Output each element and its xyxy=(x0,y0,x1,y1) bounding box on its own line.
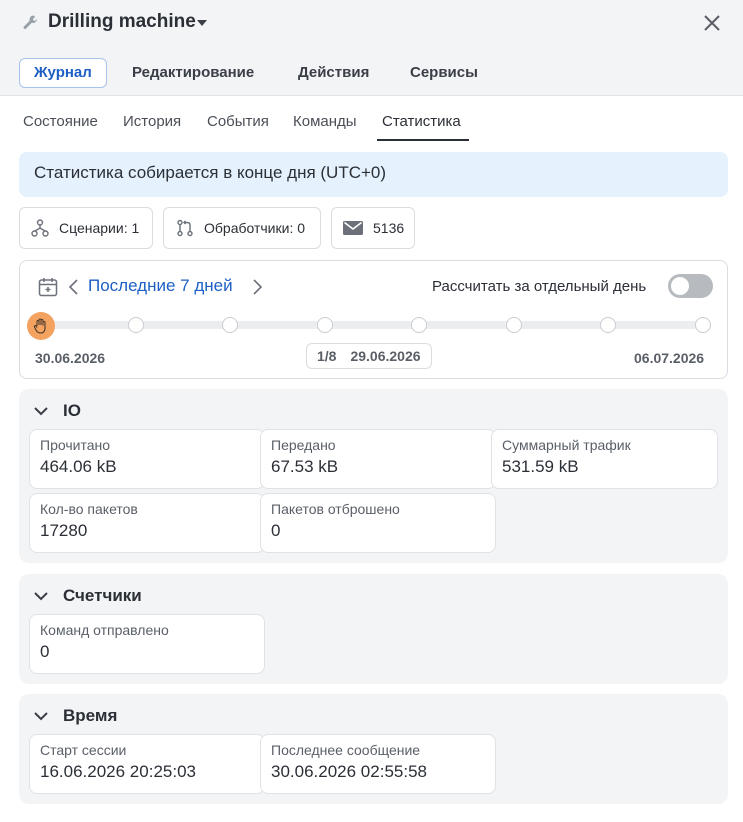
stat-label: Кол-во пакетов xyxy=(40,501,138,517)
tab-commands[interactable]: Команды xyxy=(293,113,357,130)
scenarios-chip[interactable]: Сценарии: 1 xyxy=(19,207,153,249)
merge-icon xyxy=(177,219,193,237)
stat-label: Передано xyxy=(271,437,336,453)
selected-date: 29.06.2026 xyxy=(350,348,421,364)
stat-label: Прочитано xyxy=(40,437,110,453)
stat-value: 67.53 kB xyxy=(271,457,339,476)
stat-card: Пакетов отброшено 0 xyxy=(260,493,496,553)
chevron-right-icon[interactable] xyxy=(250,277,264,297)
toggle-knob xyxy=(671,277,689,295)
tab-events[interactable]: События xyxy=(207,113,269,130)
tab-history[interactable]: История xyxy=(123,113,181,130)
counters-section: Счетчики Команд отправлено 0 xyxy=(19,574,728,684)
chevron-down-icon xyxy=(34,592,48,601)
single-day-toggle[interactable] xyxy=(668,274,713,298)
stat-card: Прочитано 464.06 kB xyxy=(29,429,265,489)
io-section-title: IO xyxy=(63,401,81,420)
chevron-left-icon[interactable] xyxy=(67,277,81,297)
day-slider-step[interactable] xyxy=(222,317,239,333)
hierarchy-icon xyxy=(31,219,49,237)
step-position: 1/8 xyxy=(317,348,337,364)
stat-value: 17280 xyxy=(40,521,88,540)
panel-header: Drilling machine xyxy=(0,0,743,48)
handlers-chip[interactable]: Обработчики: 0 xyxy=(163,207,321,249)
chevron-down-icon xyxy=(34,407,48,416)
stat-card: Суммарный трафик 531.59 kB xyxy=(491,429,718,489)
device-title[interactable]: Drilling machine xyxy=(48,11,196,33)
stat-card: Команд отправлено 0 xyxy=(29,614,265,674)
messages-count: 5136 xyxy=(373,220,405,236)
stat-value: 464.06 kB xyxy=(40,457,117,476)
active-tab-underline xyxy=(377,139,469,141)
wrench-icon xyxy=(23,15,37,30)
tab-journal[interactable]: Журнал xyxy=(19,58,107,88)
stat-card: Передано 67.53 kB xyxy=(260,429,496,489)
stat-label: Пакетов отброшено xyxy=(271,501,400,517)
stat-card: Последнее сообщение 30.06.2026 02:55:58 xyxy=(260,734,496,794)
day-slider-step[interactable] xyxy=(127,317,144,333)
handlers-count: Обработчики: 0 xyxy=(204,220,306,236)
range-start-date: 30.06.2026 xyxy=(35,350,106,366)
date-range-card: Последние 7 дней Рассчитать за отдельный… xyxy=(19,260,728,379)
time-section-title: Время xyxy=(63,706,118,725)
counters-section-header[interactable]: Счетчики xyxy=(33,586,142,606)
stat-card: Старт сессии 16.06.2026 20:25:03 xyxy=(29,734,265,794)
hand-grab-icon xyxy=(33,318,46,334)
day-slider-step[interactable] xyxy=(316,317,333,333)
sub-tabs: Состояние История События Команды Статис… xyxy=(0,96,743,142)
tab-state[interactable]: Состояние xyxy=(23,113,98,130)
day-slider-step[interactable] xyxy=(600,317,617,333)
tab-statistics[interactable]: Статистика xyxy=(382,113,461,130)
stat-value: 16.06.2026 20:25:03 xyxy=(40,762,196,781)
io-section: IO Прочитано 464.06 kB Передано 67.53 kB… xyxy=(19,389,728,563)
stat-label: Суммарный трафик xyxy=(502,437,631,453)
messages-chip[interactable]: 5136 xyxy=(331,207,415,249)
time-section-header[interactable]: Время xyxy=(33,706,117,726)
day-slider-step[interactable] xyxy=(411,317,428,333)
stat-card: Кол-во пакетов 17280 xyxy=(29,493,265,553)
io-section-header[interactable]: IO xyxy=(33,401,81,421)
info-banner: Статистика собирается в конце дня (UTC+0… xyxy=(19,152,728,197)
stat-label: Команд отправлено xyxy=(40,622,169,638)
day-slider-step[interactable] xyxy=(505,317,522,333)
stat-value: 0 xyxy=(271,521,281,540)
tab-services[interactable]: Сервисы xyxy=(396,58,492,88)
range-end-date: 06.07.2026 xyxy=(634,350,705,366)
day-slider-step[interactable] xyxy=(695,317,711,333)
tab-edit[interactable]: Редактирование xyxy=(118,58,268,88)
range-selector[interactable]: Последние 7 дней xyxy=(88,276,233,296)
time-section: Время Старт сессии 16.06.2026 20:25:03 П… xyxy=(19,694,728,804)
day-slider-handle[interactable] xyxy=(27,312,55,340)
selected-day-indicator: 1/8 29.06.2026 xyxy=(306,343,432,369)
main-tabs: Журнал Редактирование Действия Сервисы xyxy=(0,48,743,96)
stat-value: 531.59 kB xyxy=(502,457,579,476)
close-icon[interactable] xyxy=(702,13,722,33)
envelope-icon xyxy=(343,221,363,235)
counters-section-title: Счетчики xyxy=(63,586,142,605)
caret-down-icon[interactable] xyxy=(196,17,208,29)
stat-label: Последнее сообщение xyxy=(271,742,421,758)
stat-label: Старт сессии xyxy=(40,742,127,758)
stat-value: 0 xyxy=(40,642,50,661)
single-day-toggle-label: Рассчитать за отдельный день xyxy=(432,278,647,295)
scenarios-count: Сценарии: 1 xyxy=(59,220,140,236)
stat-value: 30.06.2026 02:55:58 xyxy=(271,762,427,781)
chevron-down-icon xyxy=(34,712,48,721)
calendar-icon[interactable] xyxy=(38,277,58,297)
tab-actions[interactable]: Действия xyxy=(284,58,383,88)
